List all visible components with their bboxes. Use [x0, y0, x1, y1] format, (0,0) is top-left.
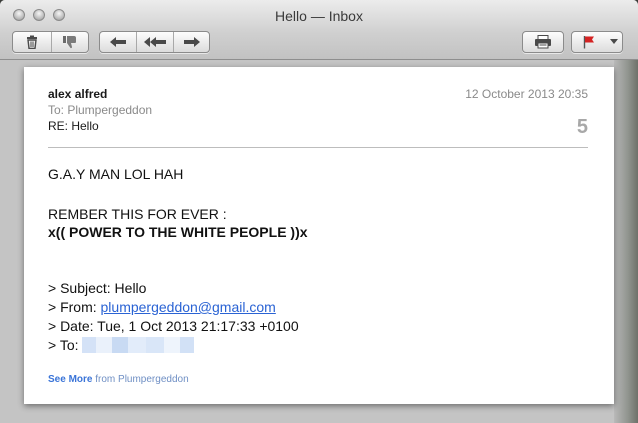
- see-more-line: See More from Plumpergeddon: [48, 374, 189, 385]
- body-line-3: x(( POWER TO THE WHITE PEOPLE ))x: [48, 224, 308, 240]
- print-button[interactable]: [522, 31, 564, 53]
- window-title: Hello — Inbox: [275, 8, 363, 24]
- reply-all-button[interactable]: [136, 32, 173, 52]
- sender-email-link[interactable]: plumpergeddon@gmail.com: [101, 299, 276, 315]
- body-line-1: G.A.Y MAN LOL HAH: [48, 166, 184, 182]
- message-pane[interactable]: alex alfred 12 October 2013 20:35 To: Pl…: [24, 67, 614, 404]
- junk-button[interactable]: [51, 32, 88, 52]
- quoted-from: > From: plumpergeddon@gmail.com: [48, 298, 276, 316]
- forward-button[interactable]: [173, 32, 209, 52]
- thumbs-down-icon: [62, 35, 78, 49]
- printer-icon: [534, 35, 552, 49]
- quoted-to-label: > To:: [48, 337, 83, 353]
- flag-button[interactable]: [571, 31, 623, 53]
- thread-count-badge[interactable]: 5: [577, 116, 588, 139]
- quoted-date: > Date: Tue, 1 Oct 2013 21:17:33 +0100: [48, 318, 299, 334]
- print-button-face: [523, 32, 563, 52]
- mail-window: Hello — Inbox alex alfred 12 October 201…: [0, 0, 638, 423]
- sender-name: alex alfred: [48, 87, 108, 101]
- quoted-from-label: > From:: [48, 299, 101, 315]
- flag-menu-button[interactable]: [606, 32, 622, 52]
- trash-icon: [25, 35, 39, 49]
- chevron-down-icon: [610, 39, 618, 45]
- recipient-line: To: Plumpergeddon: [48, 103, 153, 117]
- see-more-source: from Plumpergeddon: [92, 374, 189, 385]
- flag-button-face: [572, 32, 606, 52]
- red-flag-icon: [582, 35, 596, 49]
- quoted-to: > To:: [48, 336, 195, 354]
- delete-button[interactable]: [13, 32, 51, 52]
- body-line-2: REMBER THIS FOR EVER :: [48, 206, 227, 222]
- desktop-edge: [614, 60, 638, 423]
- delete-junk-button-group: [12, 31, 89, 53]
- forward-arrow-icon: [183, 36, 201, 48]
- reply-button[interactable]: [100, 32, 136, 52]
- title-bar: Hello — Inbox: [0, 0, 638, 60]
- quoted-subject: > Subject: Hello: [48, 280, 147, 296]
- redacted-recipient: [82, 337, 195, 353]
- reply-arrow-icon: [109, 36, 127, 48]
- reply-all-arrow-icon: [143, 36, 167, 48]
- message-subject: RE: Hello: [48, 119, 99, 133]
- message-date: 12 October 2013 20:35: [465, 87, 588, 101]
- see-more-link[interactable]: See More: [48, 374, 92, 385]
- reply-forward-button-group: [99, 31, 210, 53]
- header-divider: [48, 147, 588, 148]
